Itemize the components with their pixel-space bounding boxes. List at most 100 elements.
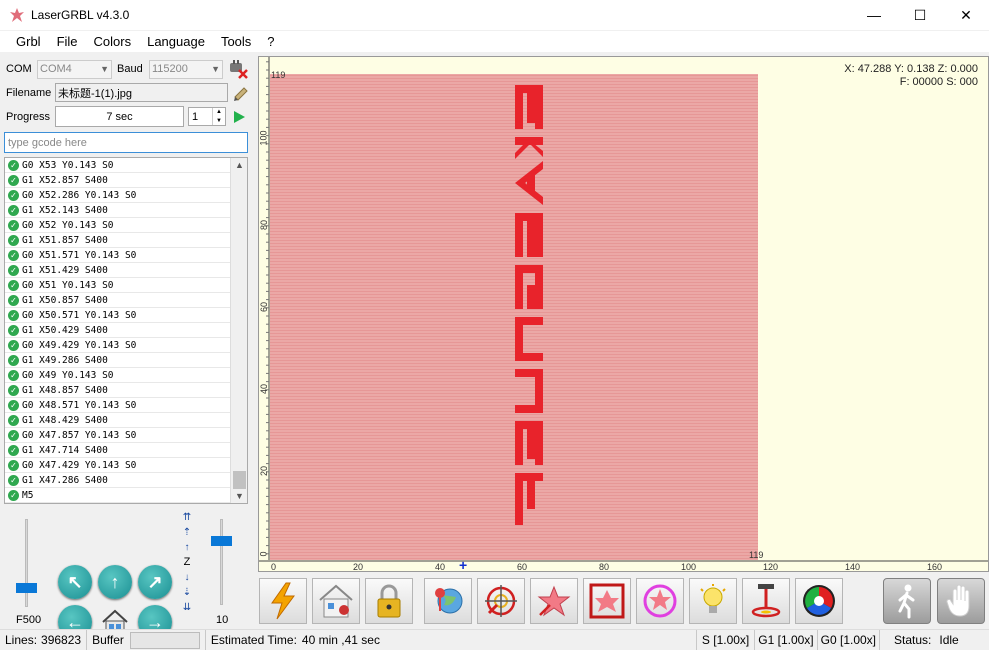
jog-panel: F500 10 ↖ ↑ ↗ ← → ↙ ↓ ↘ ⇈ ⇡ ↑ Z ↓ ⇣ [0,510,254,650]
stop-button[interactable] [937,578,985,624]
check-icon: ✓ [8,219,19,231]
passes-stepper[interactable]: 1 ▲ ▼ [188,107,226,126]
gcode-line-text: G1 X52.857 S400 [22,174,108,186]
slider-knob[interactable] [211,536,232,546]
frame-button[interactable] [583,578,631,624]
window-title: LaserGRBL v4.3.0 [31,8,130,22]
com-select[interactable]: COM4 ▼ [37,59,112,79]
menu-language[interactable]: Language [139,34,213,49]
feed-speed-readout: F: 00000 S: 000 [899,76,978,88]
gcode-line: ✓ G1 X50.857 S400 [5,293,231,308]
position-readout: X: 47.288 Y: 0.138 Z: 0.000 [844,63,978,75]
scroll-down-icon[interactable]: ▼ [235,491,244,501]
laser-position-marker: + [459,557,468,572]
gcode-line-text: G1 X51.857 S400 [22,234,108,246]
preview-canvas[interactable]: 100 80 60 40 20 0 0 20 40 60 80 100 120 … [258,56,989,572]
jog-crosshair-button[interactable] [477,578,525,624]
open-file-icon[interactable] [232,84,250,102]
set-origin-button[interactable] [424,578,472,624]
laser-light-button[interactable] [689,578,737,624]
gcode-line-text: G1 X50.857 S400 [22,294,108,306]
menu-tools[interactable]: Tools [213,34,259,49]
gcode-line: ✓ G0 X49.429 Y0.143 S0 [5,338,231,353]
gcode-line: ✓ G0 X47.429 Y0.143 S0 [5,458,231,473]
flash-icon [271,582,295,620]
spin-up-icon[interactable]: ▲ [216,109,222,115]
gcode-line-text: G1 X48.429 S400 [22,414,108,426]
globe-icon [435,588,463,614]
gcode-line-text: G0 X47.429 Y0.143 S0 [22,459,137,471]
menu-grbl[interactable]: Grbl [8,34,49,49]
check-icon: ✓ [8,234,19,246]
g0-override[interactable]: G0 [1.00x] [821,633,876,647]
gcode-input[interactable]: type gcode here [4,132,248,153]
feed-slider[interactable] [15,519,37,609]
x-tick-80: 80 [599,562,610,572]
gcode-line: ✓ G0 X50.571 Y0.143 S0 [5,308,231,323]
gcode-line: ✓ G1 X47.714 S400 [5,443,231,458]
z-label: Z [183,556,191,568]
reset-button[interactable] [259,578,307,624]
play-icon[interactable] [232,110,246,124]
unlock-button[interactable] [365,578,413,624]
maximize-button[interactable]: ☐ [897,0,943,30]
feed-value: F500 [16,614,42,626]
tricolor-icon [803,585,835,617]
menu-bar: Grbl File Colors Language Tools ? [0,31,989,53]
s-override[interactable]: S [1.00x] [702,633,749,647]
z-up-fast-icon[interactable]: ⇈ [180,512,194,523]
gcode-line-text: G0 X53 Y0.143 S0 [22,159,114,171]
g1-override[interactable]: G1 [1.00x] [758,633,813,647]
check-icon: ✓ [8,489,19,501]
x-tick-20: 20 [353,562,364,572]
check-icon: ✓ [8,429,19,441]
scroll-thumb[interactable] [233,471,246,489]
gcode-line: ✓ G0 X51 Y0.143 S0 [5,278,231,293]
connect-icon[interactable] [227,59,249,79]
status-label: Status: [894,633,932,647]
menu-colors[interactable]: Colors [86,34,140,49]
outline-button[interactable] [636,578,684,624]
gcode-line-text: G0 X49.429 Y0.143 S0 [22,339,137,351]
z-up-small-icon[interactable]: ↑ [180,542,194,553]
jog-up-right-button[interactable]: ↗ [138,565,172,599]
gcode-line: ✓ G0 X52 Y0.143 S0 [5,218,231,233]
close-button[interactable]: ✕ [943,0,989,30]
app-logo-icon [10,8,24,22]
scroll-up-icon[interactable]: ▲ [235,160,244,170]
baud-select[interactable]: 115200 ▼ [149,59,223,79]
homing-button[interactable] [312,578,360,624]
gcode-line: ✓ G0 X52.286 Y0.143 S0 [5,188,231,203]
menu-file[interactable]: File [49,34,86,49]
gcode-scrollbar[interactable]: ▲ ▼ [230,158,247,503]
crosshair-icon [485,585,517,617]
check-icon: ✓ [8,369,19,381]
chevron-down-icon: ▼ [100,63,109,74]
status-bar: Lines: 396823 Buffer Estimated Time: 40 … [0,629,989,650]
minimize-button[interactable]: — [851,0,897,30]
z-up-icon[interactable]: ⇡ [180,527,194,538]
focus-button[interactable] [742,578,790,624]
jog-up-button[interactable]: ↑ [98,565,132,599]
lines-label: Lines: [5,633,38,647]
z-down-icon[interactable]: ⇣ [180,587,194,598]
slider-knob[interactable] [16,583,37,593]
center-button[interactable] [530,578,578,624]
run-button[interactable] [883,578,931,624]
color-mode-button[interactable] [795,578,843,624]
check-icon: ✓ [8,414,19,426]
com-label: COM [6,63,32,75]
gcode-list[interactable]: ✓ G0 X53 Y0.143 S0 ✓ G1 X52.857 S400 ✓ G0 X52… [4,157,248,504]
baud-label: Baud [117,63,143,75]
check-icon: ✓ [8,189,19,201]
estimated-time-label: Estimated Time: [210,633,297,647]
jog-up-left-button[interactable]: ↖ [58,565,92,599]
spin-down-icon[interactable]: ▼ [216,118,222,124]
z-down-small-icon[interactable]: ↓ [180,572,194,583]
gcode-line: ✓ G0 X49 Y0.143 S0 [5,368,231,383]
left-panel: COM COM4 ▼ Baud 115200 ▼ Filename 未标题-1(… [0,55,254,650]
z-down-fast-icon[interactable]: ⇊ [180,602,194,613]
step-value: 10 [216,614,229,626]
menu-help[interactable]: ? [259,34,282,49]
step-slider[interactable] [210,519,232,607]
